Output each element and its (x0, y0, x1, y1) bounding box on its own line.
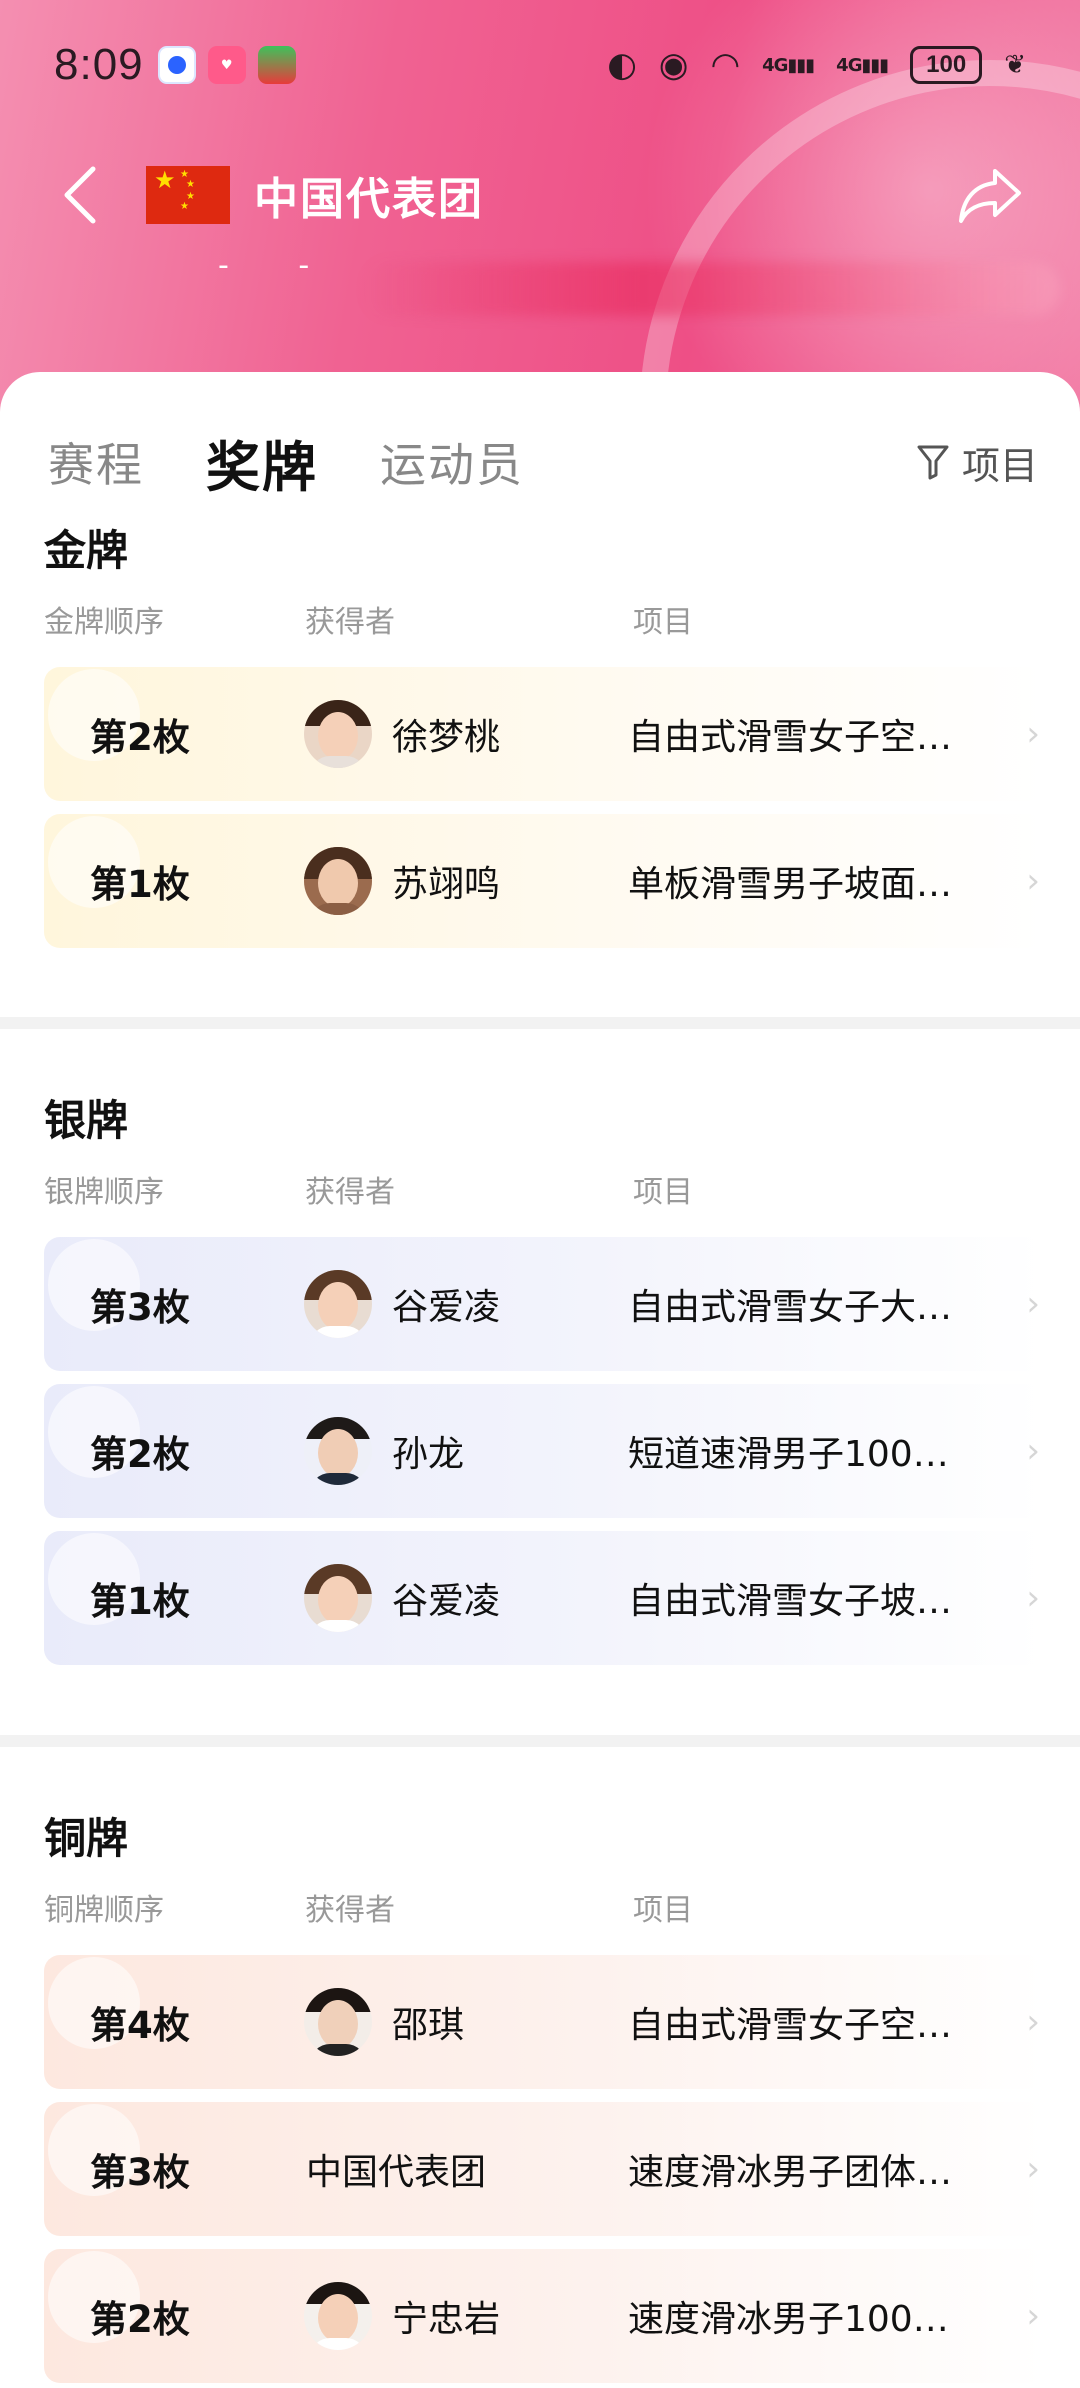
tab-schedule[interactable]: 赛程 (48, 429, 144, 495)
medal-row[interactable]: 第3枚 谷爱凌 自由式滑雪女子大… › (44, 1237, 1044, 1371)
filter-icon (917, 445, 949, 480)
event-name: 自由式滑雪女子坡… (628, 1581, 953, 1622)
battery-icon: 100 (910, 46, 983, 84)
chevron-right-icon: › (1026, 1578, 1040, 1618)
cell-signal-1-icon: 4G▮▮▮ (762, 54, 815, 76)
nav-row: ★ ★ ★ ★ ★ 中国代表团 (0, 150, 1080, 240)
bronze-title: 铜牌 (44, 1814, 129, 1863)
share-icon (959, 169, 1021, 223)
winner-name: 谷爱凌 (392, 1287, 501, 1328)
event-name: 自由式滑雪女子大… (628, 1287, 953, 1328)
gold-title: 金牌 (44, 526, 129, 575)
gold-col-event: 项目 (633, 605, 693, 640)
leaf-icon: ❦ (1004, 50, 1026, 80)
event-name: 自由式滑雪女子空… (628, 2005, 953, 2046)
avatar (304, 1417, 372, 1485)
tab-bar: 赛程 奖牌 运动员 项目 (48, 422, 1038, 502)
filter-button[interactable]: 项目 (916, 435, 1038, 490)
medal-rank: 第2枚 (90, 1433, 190, 1476)
chevron-right-icon: › (1026, 2149, 1040, 2189)
winner-name: 徐梦桃 (392, 717, 501, 758)
silver-col-winner: 获得者 (305, 1175, 395, 1210)
status-right-icons: ◐ ◉ ◠ 4G▮▮▮ 4G▮▮▮ 100 ❦ (607, 45, 1026, 85)
filter-label: 项目 (961, 443, 1038, 488)
medal-rank: 第3枚 (90, 2151, 190, 2194)
avatar (304, 847, 372, 915)
status-bar: 8:09 ♥ ◐ ◉ ◠ 4G▮▮▮ 4G▮▮▮ 100 ❦ (0, 0, 1080, 130)
medal-row[interactable]: 第2枚 徐梦桃 自由式滑雪女子空… › (44, 667, 1044, 801)
winner-name: 苏翊鸣 (392, 864, 501, 905)
chevron-right-icon: › (1026, 714, 1040, 754)
back-button[interactable] (50, 155, 110, 235)
avatar (304, 1988, 372, 2056)
bronze-col-event: 项目 (633, 1893, 693, 1928)
medal-row[interactable]: 第1枚 谷爱凌 自由式滑雪女子坡… › (44, 1531, 1044, 1665)
eye-icon: ◉ (658, 45, 689, 85)
chevron-right-icon: › (1026, 2002, 1040, 2042)
medal-row[interactable]: 第2枚 孙龙 短道速滑男子100… › (44, 1384, 1044, 1518)
chevron-left-icon (64, 166, 96, 224)
lele-app-icon: ♥ (207, 46, 246, 84)
chevron-right-icon: › (1026, 1284, 1040, 1324)
event-name: 速度滑冰男子100… (628, 2299, 949, 2340)
silver-col-event: 项目 (633, 1175, 693, 1210)
team-title: 中国代表团 (254, 174, 484, 225)
chevron-right-icon: › (1026, 2296, 1040, 2336)
medal-row[interactable]: 第1枚 苏翊鸣 单板滑雪男子坡面… › (44, 814, 1044, 948)
silver-col-order: 银牌顺序 (44, 1175, 164, 1210)
chevron-right-icon: › (1026, 861, 1040, 901)
bronze-col-order: 铜牌顺序 (44, 1893, 164, 1928)
medal-rank: 第1枚 (90, 1580, 190, 1623)
baidu-app-icon (157, 46, 196, 84)
medal-rank: 第1枚 (90, 863, 190, 906)
winner-name: 中国代表团 (306, 2152, 487, 2193)
section-divider (0, 1735, 1080, 1747)
data-saver-icon: ◐ (607, 45, 637, 85)
winner-name: 宁忠岩 (392, 2299, 501, 2340)
header-banner: 8:09 ♥ ◐ ◉ ◠ 4G▮▮▮ 4G▮▮▮ 100 ❦ ★ ★ ★ ★ ★ (0, 0, 1080, 420)
medal-rank: 第2枚 (90, 716, 190, 759)
avatar (304, 700, 372, 768)
winner-name: 孙龙 (392, 1434, 465, 1475)
header-subtitle: - - (218, 248, 340, 283)
medal-row[interactable]: 第3枚 中国代表团 速度滑冰男子团体… › (44, 2102, 1044, 2236)
event-name: 单板滑雪男子坡面… (628, 864, 953, 905)
event-name: 速度滑冰男子团体… (628, 2152, 953, 2193)
wifi-icon: ◠ (710, 45, 741, 85)
avatar (304, 2282, 372, 2350)
event-name: 短道速滑男子100… (628, 1434, 949, 1475)
china-flag-icon: ★ ★ ★ ★ ★ (146, 166, 230, 224)
section-divider (0, 1017, 1080, 1029)
winner-name: 邵琪 (392, 2005, 465, 2046)
banner-streak (360, 262, 1060, 316)
event-name: 自由式滑雪女子空… (628, 717, 953, 758)
share-button[interactable] (950, 155, 1030, 235)
avatar (304, 1564, 372, 1632)
medal-row[interactable]: 第2枚 宁忠岩 速度滑冰男子100… › (44, 2249, 1044, 2383)
status-time: 8:09 (54, 40, 144, 89)
medal-rank: 第4枚 (90, 2004, 190, 2047)
game-app-icon (257, 46, 296, 84)
medal-rank: 第3枚 (90, 1286, 190, 1329)
cell-signal-2-icon: 4G▮▮▮ (836, 54, 889, 76)
gold-col-order: 金牌顺序 (44, 605, 164, 640)
content-sheet: 赛程 奖牌 运动员 项目 金牌 金牌顺序 获得者 项目 第2枚 徐梦桃 自由式滑… (0, 372, 1080, 2388)
avatar (304, 1270, 372, 1338)
gold-col-winner: 获得者 (305, 605, 395, 640)
silver-title: 银牌 (44, 1096, 129, 1145)
chevron-right-icon: › (1026, 1431, 1040, 1471)
bronze-col-winner: 获得者 (305, 1893, 395, 1928)
medal-rank: 第2枚 (90, 2298, 190, 2341)
medal-row[interactable]: 第4枚 邵琪 自由式滑雪女子空… › (44, 1955, 1044, 2089)
winner-name: 谷爱凌 (392, 1581, 501, 1622)
notification-icons: ♥ (157, 46, 296, 84)
tab-athletes[interactable]: 运动员 (380, 429, 524, 495)
tab-medals[interactable]: 奖牌 (206, 423, 318, 502)
